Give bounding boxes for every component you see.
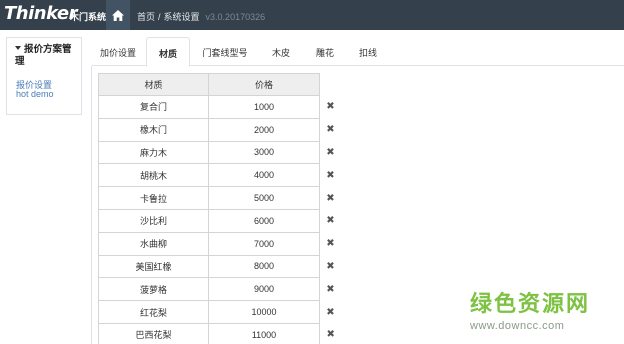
material-cell[interactable]: 水曲柳 bbox=[98, 231, 209, 256]
delete-row-icon[interactable]: ✖ bbox=[319, 255, 342, 278]
table-row: 水曲柳 7000 ✖ bbox=[98, 231, 342, 256]
sidebar-item-hot-demo[interactable]: hot demo bbox=[16, 89, 54, 99]
price-cell[interactable]: 9000 bbox=[208, 277, 320, 302]
tab-bar: 加价设置 材质 门套线型号 木皮 雕花 扣线 bbox=[92, 37, 624, 67]
breadcrumb-home-link[interactable]: 首页 bbox=[137, 12, 155, 22]
tab-material[interactable]: 材质 bbox=[146, 37, 190, 67]
price-cell[interactable]: 6000 bbox=[208, 208, 320, 233]
home-icon bbox=[112, 9, 124, 21]
delete-row-icon[interactable]: ✖ bbox=[319, 186, 342, 210]
material-cell[interactable]: 橡木门 bbox=[98, 117, 209, 142]
table-row: 红花梨 10000 ✖ bbox=[98, 300, 342, 324]
home-button[interactable] bbox=[106, 0, 130, 30]
caret-down-icon bbox=[15, 46, 21, 50]
delete-row-icon[interactable]: ✖ bbox=[319, 232, 342, 256]
table-row: 卡鲁拉 5000 ✖ bbox=[98, 186, 342, 210]
version-label: v3.0.20170326 bbox=[205, 12, 266, 22]
delete-row-icon[interactable]: ✖ bbox=[319, 209, 342, 233]
tab-door-trim-model[interactable]: 门套线型号 bbox=[193, 37, 257, 66]
table-row: 胡桃木 4000 ✖ bbox=[98, 163, 342, 188]
price-cell[interactable]: 3000 bbox=[208, 140, 320, 165]
breadcrumb-separator: / bbox=[158, 12, 161, 22]
sidebar: 报价方案管理 报价设置 hot demo bbox=[6, 37, 82, 115]
material-price-table: 材质 价格 复合门 1000 ✖ 橡木门 2000 ✖ 麻力木 3000 ✖ 胡桃木 4000 ✖ 卡鲁… bbox=[98, 73, 342, 344]
delete-row-icon[interactable]: ✖ bbox=[319, 141, 342, 164]
delete-row-icon[interactable]: ✖ bbox=[319, 300, 342, 324]
price-cell[interactable]: 5000 bbox=[208, 186, 320, 210]
delete-row-icon[interactable]: ✖ bbox=[319, 323, 342, 344]
material-cell[interactable]: 巴西花梨 bbox=[98, 322, 209, 344]
watermark-title: 绿色资源网 bbox=[470, 292, 591, 317]
material-cell[interactable]: 红花梨 bbox=[98, 300, 209, 324]
table-row: 复合门 1000 ✖ bbox=[98, 95, 342, 119]
sidebar-heading[interactable]: 报价方案管理 bbox=[15, 44, 77, 68]
watermark-url: www.downcc.com bbox=[470, 320, 565, 332]
material-cell[interactable]: 卡鲁拉 bbox=[98, 186, 209, 210]
table-row: 麻力木 3000 ✖ bbox=[98, 140, 342, 165]
watermark: 绿色资源网 www.downcc.com bbox=[470, 286, 620, 338]
price-cell[interactable]: 7000 bbox=[208, 231, 320, 256]
tab-trim-line[interactable]: 扣线 bbox=[347, 37, 389, 66]
delete-row-icon[interactable]: ✖ bbox=[319, 277, 342, 301]
price-cell[interactable]: 11000 bbox=[208, 322, 320, 344]
sidebar-heading-label: 报价方案管理 bbox=[15, 44, 72, 67]
brand-subtitle: 木门系统 bbox=[70, 12, 107, 22]
material-cell[interactable]: 美国红橡 bbox=[98, 254, 209, 279]
breadcrumb: 首页 / 系统设置 v3.0.20170326 bbox=[137, 10, 265, 23]
material-cell[interactable]: 沙比利 bbox=[98, 208, 209, 233]
delete-row-icon[interactable]: ✖ bbox=[319, 118, 342, 142]
top-navbar: Thinker 木门系统 首页 / 系统设置 v3.0.20170326 bbox=[0, 0, 624, 30]
table-row: 巴西花梨 11000 ✖ bbox=[98, 322, 342, 344]
tab-veneer[interactable]: 木皮 bbox=[260, 37, 302, 66]
brand-logo[interactable]: Thinker bbox=[4, 3, 78, 24]
material-cell[interactable]: 麻力木 bbox=[98, 140, 209, 165]
table-row: 美国红橡 8000 ✖ bbox=[98, 254, 342, 279]
material-cell[interactable]: 复合门 bbox=[98, 95, 209, 119]
delete-row-icon[interactable]: ✖ bbox=[319, 95, 342, 119]
tab-markup-settings[interactable]: 加价设置 bbox=[92, 37, 144, 66]
table-row: 橡木门 2000 ✖ bbox=[98, 117, 342, 142]
column-header-material[interactable]: 材质 bbox=[98, 73, 209, 96]
price-cell[interactable]: 2000 bbox=[208, 117, 320, 142]
breadcrumb-current[interactable]: 系统设置 bbox=[164, 12, 200, 22]
table-row: 沙比利 6000 ✖ bbox=[98, 208, 342, 233]
price-cell[interactable]: 1000 bbox=[208, 95, 320, 119]
price-cell[interactable]: 8000 bbox=[208, 254, 320, 279]
table-row: 菠萝格 9000 ✖ bbox=[98, 277, 342, 302]
price-cell[interactable]: 10000 bbox=[208, 300, 320, 324]
price-cell[interactable]: 4000 bbox=[208, 163, 320, 188]
tab-carving[interactable]: 雕花 bbox=[303, 37, 347, 66]
material-cell[interactable]: 胡桃木 bbox=[98, 163, 209, 188]
column-header-price[interactable]: 价格 bbox=[208, 73, 320, 96]
material-cell[interactable]: 菠萝格 bbox=[98, 277, 209, 302]
delete-row-icon[interactable]: ✖ bbox=[319, 163, 342, 187]
